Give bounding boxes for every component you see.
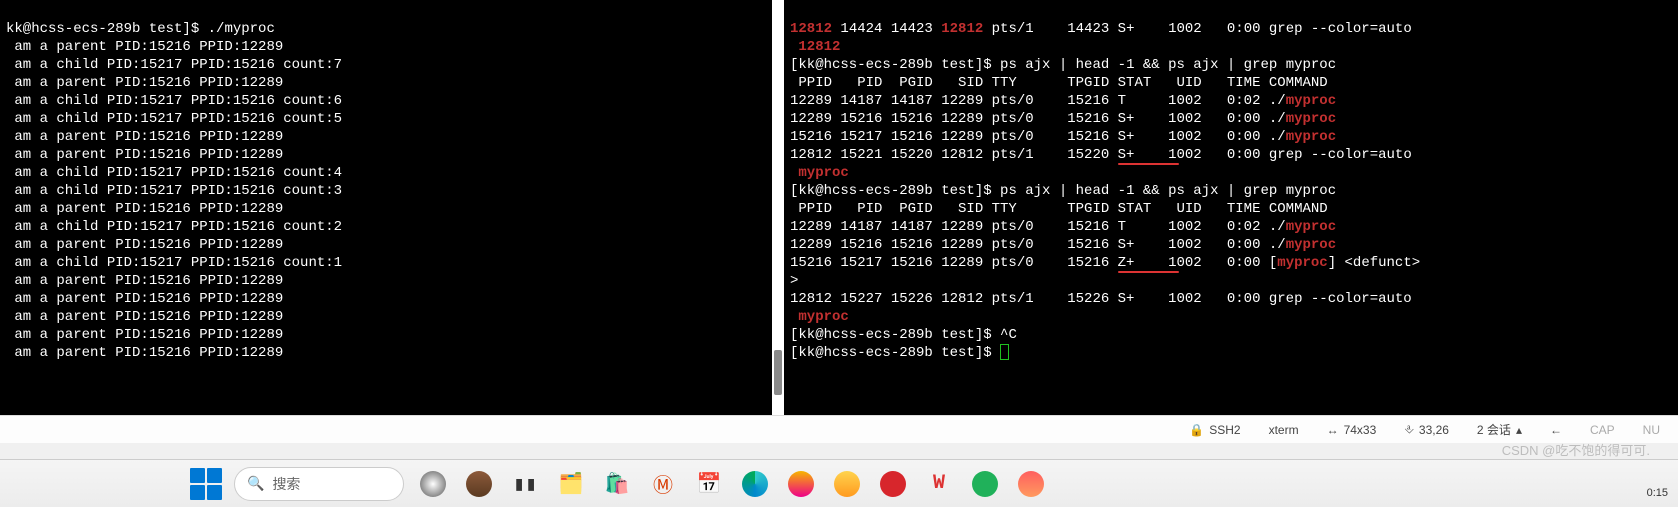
output-line: am a parent PID:15216 PPID:12289 [6, 327, 283, 343]
ps-header: PPID PID PGID SID TTY TPGID STAT UID TIM… [790, 75, 1328, 91]
pid-highlight: 12812 [790, 21, 832, 37]
status-num: NU [1643, 423, 1660, 437]
output-line: am a child PID:15217 PPID:15216 count:5 [6, 111, 342, 127]
output-line: am a child PID:15217 PPID:15216 count:1 [6, 255, 342, 271]
chevron-up-icon: ▴ [1516, 423, 1522, 437]
taskbar-app-icon[interactable]: 📅 [692, 467, 726, 501]
prompt: [kk@hcss-ecs-289b test]$ [790, 183, 1000, 199]
position-icon: ⎀ [1404, 422, 1414, 437]
command: ps ajx | head -1 && ps ajx | grep myproc [1000, 57, 1336, 73]
terminal-right[interactable]: 12812 14424 14423 12812 pts/1 14423 S+ 1… [784, 0, 1678, 415]
status-size: ↔74x33 [1327, 423, 1377, 437]
status-bar: 🔒SSH2 xterm ↔74x33 ⎀33,26 2 会话 ▴ ← CAP N… [0, 415, 1678, 443]
resize-icon: ↔ [1327, 423, 1339, 437]
ps-row: 12289 15216 15216 12289 pts/0 15216 S+ 1… [790, 111, 1336, 127]
ps-header: PPID PID PGID SID TTY TPGID STAT UID TIM… [790, 201, 1328, 217]
ctrl-c: ^C [1000, 327, 1017, 343]
lock-icon: 🔒 [1189, 423, 1204, 437]
status-sessions[interactable]: 2 会话 ▴ [1477, 421, 1522, 438]
status-sep: ← [1550, 423, 1562, 437]
taskbar[interactable]: 🔍 搜索 ▮▮ 🗂️ 🛍️ Ⓜ 📅 W 0:15 [0, 459, 1678, 507]
output-line: am a child PID:15217 PPID:15216 count:7 [6, 57, 342, 73]
proc-highlight: myproc [790, 309, 849, 325]
terminal-left[interactable]: kk@hcss-ecs-289b test]$ ./myproc am a pa… [0, 0, 772, 415]
search-placeholder: 搜索 [272, 474, 300, 494]
ps-row: 12812 15227 15226 12812 pts/1 15226 S+ 1… [790, 291, 1412, 307]
taskbar-app-icon[interactable] [784, 467, 818, 501]
output-line: am a parent PID:15216 PPID:12289 [6, 75, 283, 91]
stat-annotated: S+ [1118, 147, 1135, 163]
ps-row: 15216 15217 15216 12289 pts/0 15216 S+ 1… [790, 129, 1336, 145]
pane-divider[interactable] [772, 0, 784, 415]
output-line: am a child PID:15217 PPID:15216 count:2 [6, 219, 342, 235]
prompt: [kk@hcss-ecs-289b test]$ [790, 345, 1000, 361]
taskbar-app-icon[interactable]: W [922, 467, 956, 501]
scrollbar-thumb[interactable] [774, 350, 782, 395]
output-line: am a parent PID:15216 PPID:12289 [6, 39, 283, 55]
status-pos: ⎀33,26 [1404, 422, 1449, 437]
file-explorer-icon[interactable]: 🗂️ [554, 467, 588, 501]
output-line: am a parent PID:15216 PPID:12289 [6, 273, 283, 289]
stat-annotated: Z+ [1118, 255, 1135, 271]
proc-highlight: myproc [790, 165, 849, 181]
pid-highlight: 12812 [790, 39, 840, 55]
taskbar-app-icon[interactable] [416, 467, 450, 501]
ps-row: 12289 14187 14187 12289 pts/0 15216 T 10… [790, 219, 1336, 235]
edge-icon[interactable] [738, 467, 772, 501]
output-line: am a child PID:15217 PPID:15216 count:4 [6, 165, 342, 181]
continuation: > [790, 273, 798, 289]
ps-row: 12812 15221 15220 12812 pts/1 15220 S+ 1… [790, 147, 1412, 163]
taskbar-app-icon[interactable]: ▮▮ [508, 467, 542, 501]
status-ssh: 🔒SSH2 [1189, 423, 1240, 437]
output-line: am a child PID:15217 PPID:15216 count:6 [6, 93, 342, 109]
output-line: am a parent PID:15216 PPID:12289 [6, 147, 283, 163]
status-term: xterm [1269, 423, 1299, 437]
taskbar-app-icon[interactable] [830, 467, 864, 501]
output-line: am a parent PID:15216 PPID:12289 [6, 291, 283, 307]
taskbar-app-icon[interactable]: 🛍️ [600, 467, 634, 501]
output-line: am a parent PID:15216 PPID:12289 [6, 201, 283, 217]
status-cap: CAP [1590, 423, 1615, 437]
start-button[interactable] [190, 468, 222, 500]
ps-row: 12289 14187 14187 12289 pts/0 15216 T 10… [790, 93, 1336, 109]
command: ps ajx | head -1 && ps ajx | grep myproc [1000, 183, 1336, 199]
taskbar-app-icon[interactable] [462, 467, 496, 501]
output-line: am a parent PID:15216 PPID:12289 [6, 237, 283, 253]
search-icon: 🔍 [247, 475, 264, 492]
ps-row-zombie: 15216 15217 15216 12289 pts/0 15216 Z+ 1… [790, 255, 1420, 271]
command: ./myproc [208, 21, 275, 37]
cursor [1000, 344, 1009, 360]
taskbar-app-icon[interactable] [968, 467, 1002, 501]
taskbar-app-icon[interactable]: Ⓜ [646, 467, 680, 501]
output-line: am a parent PID:15216 PPID:12289 [6, 309, 283, 325]
output-line: am a parent PID:15216 PPID:12289 [6, 345, 283, 361]
search-box[interactable]: 🔍 搜索 [234, 467, 404, 501]
taskbar-app-icon[interactable] [876, 467, 910, 501]
ps-row: 12289 15216 15216 12289 pts/0 15216 S+ 1… [790, 237, 1336, 253]
prompt: [kk@hcss-ecs-289b test]$ [790, 327, 1000, 343]
pid-highlight: 12812 [941, 21, 983, 37]
prompt: kk@hcss-ecs-289b test]$ [6, 21, 208, 37]
system-tray-clock[interactable]: 0:15 [1647, 487, 1668, 499]
prompt: [kk@hcss-ecs-289b test]$ [790, 57, 1000, 73]
taskbar-app-icon[interactable] [1014, 467, 1048, 501]
output-line: am a parent PID:15216 PPID:12289 [6, 129, 283, 145]
output-line: am a child PID:15217 PPID:15216 count:3 [6, 183, 342, 199]
